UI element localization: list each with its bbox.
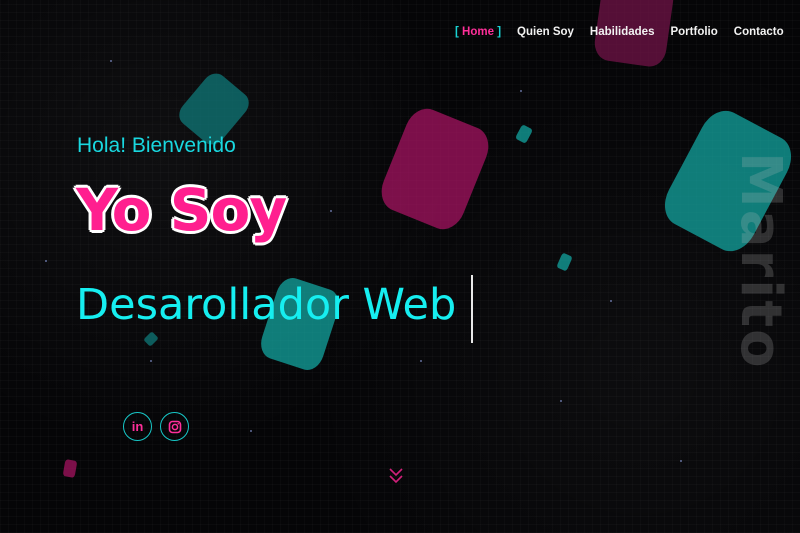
star	[250, 430, 252, 432]
star	[680, 460, 682, 462]
nav-active-bracket-right: ]	[497, 26, 502, 38]
linkedin-icon: in	[131, 419, 144, 434]
hero-role-typed: Desarollador Web	[76, 280, 457, 330]
star	[110, 60, 112, 62]
instagram-button[interactable]	[160, 412, 189, 441]
nav-item-label: Home	[462, 26, 494, 38]
hero-headline: Yo Soy	[76, 176, 287, 244]
nav-item-home[interactable]: [ Home ]	[455, 26, 501, 38]
star	[560, 400, 562, 402]
nav-item-contacto[interactable]: Contacto	[734, 26, 784, 38]
typing-cursor	[471, 275, 473, 343]
chevron-double-down-icon[interactable]	[387, 466, 405, 486]
star	[420, 360, 422, 362]
nav-item-quien-soy[interactable]: Quien Soy	[517, 26, 574, 38]
star	[330, 210, 332, 212]
hero-greeting: Hola! Bienvenido	[77, 134, 236, 157]
star	[610, 300, 612, 302]
linkedin-button[interactable]: in	[123, 412, 152, 441]
nav-item-habilidades[interactable]: Habilidades	[590, 26, 655, 38]
star	[150, 360, 152, 362]
star	[45, 260, 47, 262]
nav-item-portfolio[interactable]: Portfolio	[670, 26, 717, 38]
main-nav: [ Home ] Quien Soy Habilidades Portfolio…	[455, 26, 784, 38]
vertical-name-watermark: Marito	[728, 152, 793, 370]
nav-active-bracket-left: [	[455, 26, 459, 38]
star	[520, 90, 522, 92]
starfield-background	[0, 0, 800, 533]
instagram-icon	[168, 420, 181, 433]
